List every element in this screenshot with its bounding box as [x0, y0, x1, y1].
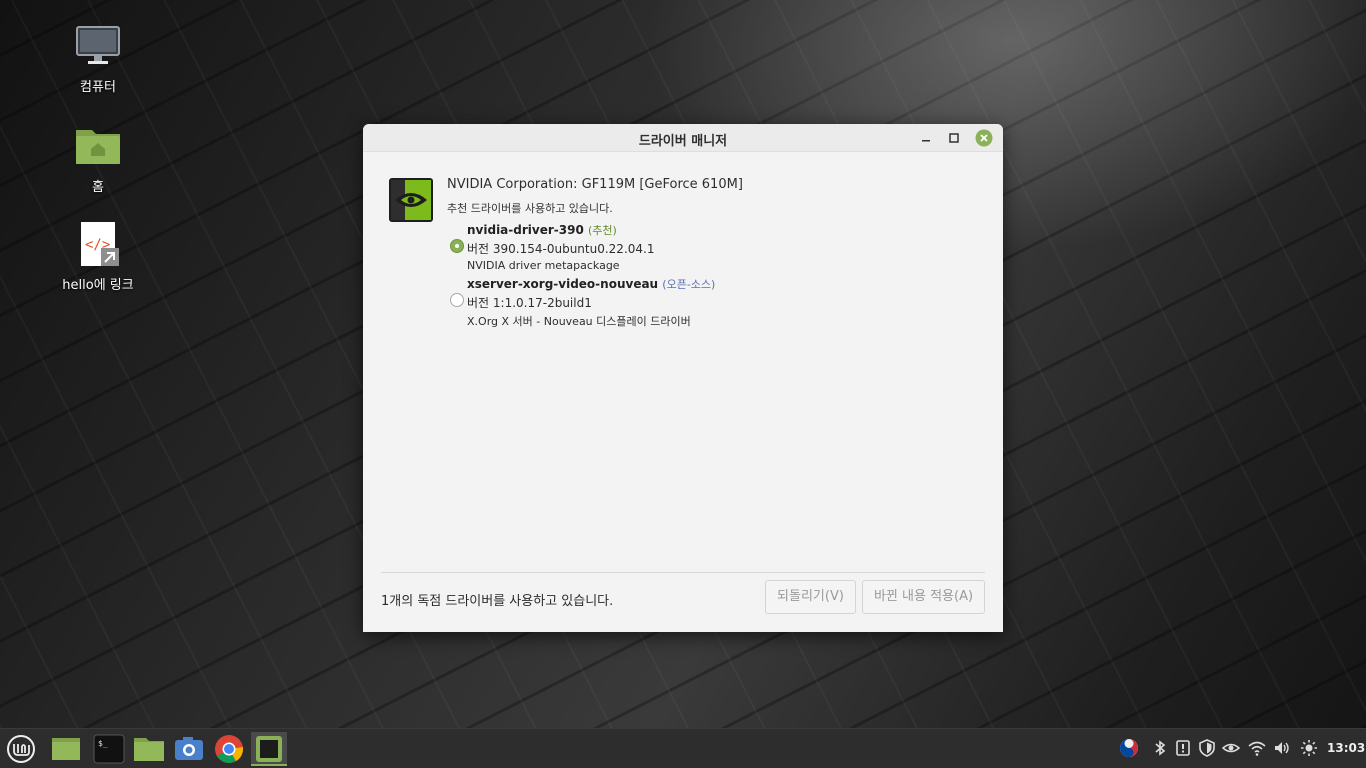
nvidia-logo-icon — [389, 178, 433, 222]
mint-menu-icon[interactable] — [3, 732, 39, 766]
computer-icon — [74, 24, 122, 72]
update-manager-icon[interactable] — [1174, 739, 1192, 757]
desktop-icon-hello-link[interactable]: </> hello에 링크 — [43, 222, 153, 293]
title-bar[interactable]: 드라이버 매니저 — [363, 124, 1003, 152]
driver-name-line: nvidia-driver-390 (추천) — [467, 222, 617, 238]
bluetooth-icon[interactable] — [1151, 739, 1169, 757]
driver-radio[interactable] — [450, 239, 464, 253]
close-button[interactable] — [975, 129, 993, 147]
device-status: 추천 드라이버를 사용하고 있습니다. — [447, 202, 613, 215]
revert-button[interactable]: 되돌리기(V) — [765, 580, 856, 614]
driver-manager-window: 드라이버 매니저 NVIDIA Corporation: GF119M [GeF… — [363, 124, 1003, 632]
taskbar: $_ 13:03 — [0, 728, 1366, 768]
brightness-icon[interactable] — [1300, 739, 1318, 757]
desktop-icon-home[interactable]: 홈 — [43, 124, 153, 195]
volume-icon[interactable] — [1273, 739, 1291, 757]
terminal-icon[interactable]: $_ — [91, 732, 127, 766]
maximize-button[interactable] — [945, 129, 963, 147]
svg-text:$_: $_ — [98, 739, 108, 748]
recommended-tag: (추천) — [587, 224, 617, 237]
files-icon[interactable] — [131, 732, 167, 766]
nvidia-settings-icon[interactable] — [1221, 739, 1241, 757]
driver-name-line: xserver-xorg-video-nouveau (오픈-소스) — [467, 276, 715, 292]
driver-version: 버전 1:1.0.17-2build1 — [467, 296, 592, 310]
wifi-icon[interactable] — [1248, 739, 1266, 757]
chrome-icon[interactable] — [211, 732, 247, 766]
shield-icon[interactable] — [1198, 739, 1216, 757]
divider — [381, 572, 985, 573]
window-title: 드라이버 매니저 — [638, 134, 728, 149]
html-file-link-icon: </> — [74, 222, 122, 270]
keyboard-input-icon[interactable] — [1119, 738, 1139, 758]
driver-manager-icon[interactable] — [251, 732, 287, 766]
screenshot-icon[interactable] — [171, 732, 207, 766]
clock[interactable]: 13:03 — [1327, 741, 1365, 755]
show-desktop-icon[interactable] — [48, 732, 84, 766]
device-name: NVIDIA Corporation: GF119M [GeForce 610M… — [447, 177, 743, 192]
footer-status: 1개의 독점 드라이버를 사용하고 있습니다. — [381, 594, 614, 609]
desktop-icon-computer[interactable]: 컴퓨터 — [43, 24, 153, 95]
desktop-icon-label: 홈 — [92, 180, 104, 195]
driver-description: X.Org X 서버 - Nouveau 디스플레이 드라이버 — [467, 315, 691, 328]
driver-radio[interactable] — [450, 293, 464, 307]
driver-name: xserver-xorg-video-nouveau — [467, 277, 659, 291]
driver-name: nvidia-driver-390 — [467, 223, 584, 237]
apply-changes-button[interactable]: 바뀐 내용 적용(A) — [862, 580, 985, 614]
desktop-icon-label: 컴퓨터 — [80, 80, 116, 95]
open-source-tag: (오픈-소스) — [662, 278, 716, 291]
driver-version: 버전 390.154-0ubuntu0.22.04.1 — [467, 242, 655, 256]
minimize-button[interactable] — [917, 129, 935, 147]
home-folder-icon — [74, 124, 122, 172]
desktop-icon-label: hello에 링크 — [62, 278, 134, 293]
driver-description: NVIDIA driver metapackage — [467, 259, 620, 272]
